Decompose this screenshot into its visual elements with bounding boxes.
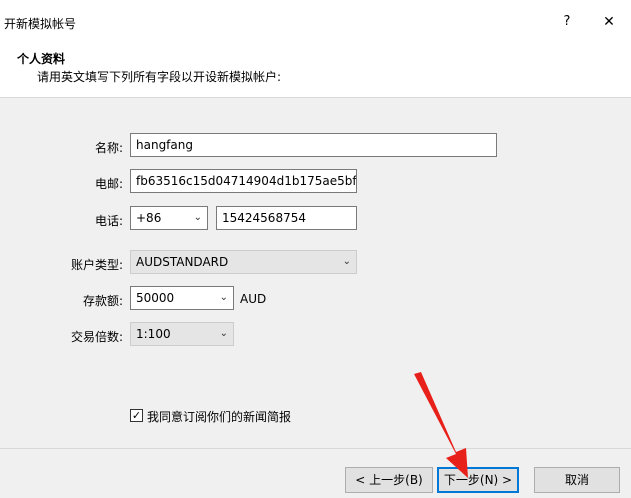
next-button[interactable]: 下一步(N) > (437, 467, 519, 493)
back-button[interactable]: < 上一步(B) (345, 467, 433, 493)
window-title: 开新模拟帐号 (4, 17, 77, 31)
phone-field[interactable]: 15424568754 (216, 206, 357, 230)
name-field[interactable]: hangfang (130, 133, 497, 157)
section-title: 个人资料 (17, 52, 66, 66)
deposit-label: 存款额: (82, 294, 123, 308)
newsletter-checkbox[interactable]: ✓ (130, 409, 143, 422)
chevron-down-icon: ⌄ (219, 328, 228, 339)
account-type-value: AUDSTANDARD (136, 255, 229, 269)
account-type-select[interactable]: AUDSTANDARD ⌄ (130, 250, 357, 274)
help-icon[interactable]: ? (556, 10, 578, 34)
check-icon: ✓ (131, 409, 142, 422)
chevron-down-icon: ⌄ (193, 212, 202, 223)
close-icon[interactable]: ✕ (598, 10, 620, 34)
deposit-select[interactable]: 50000 ⌄ (130, 286, 234, 310)
email-field[interactable]: fb63516c15d04714904d1b175ae5bfb9 (130, 169, 357, 193)
chevron-down-icon: ⌄ (342, 256, 351, 267)
footer-divider (0, 448, 631, 449)
deposit-unit: AUD (240, 292, 267, 306)
leverage-label: 交易倍数: (70, 330, 123, 344)
newsletter-label: 我同意订阅你们的新闻简报 (147, 410, 292, 424)
leverage-select[interactable]: 1:100 ⌄ (130, 322, 234, 346)
chevron-down-icon: ⌄ (219, 292, 228, 303)
phone-label: 电话: (94, 214, 123, 228)
account-type-label: 账户类型: (70, 258, 123, 272)
email-label: 电邮: (94, 177, 123, 191)
phone-code-value: +86 (136, 211, 162, 225)
instruction-text: 请用英文填写下列所有字段以开设新模拟帐户: (37, 70, 282, 84)
wizard-header: 个人资料 请用英文填写下列所有字段以开设新模拟帐户: (0, 44, 631, 97)
title-bar: 开新模拟帐号 ? ✕ (0, 0, 631, 44)
name-label: 名称: (94, 141, 123, 155)
leverage-value: 1:100 (136, 327, 171, 341)
deposit-value: 50000 (136, 291, 175, 305)
cancel-button[interactable]: 取消 (534, 467, 620, 493)
phone-code-select[interactable]: +86 ⌄ (130, 206, 208, 230)
